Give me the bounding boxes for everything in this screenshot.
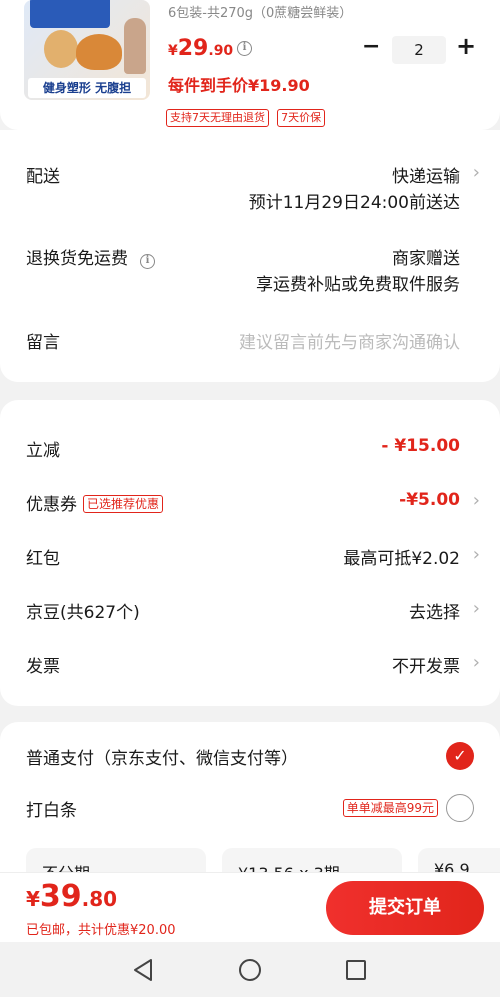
returns-value: 商家赠送 xyxy=(392,249,460,269)
quantity-stepper: − 2 + xyxy=(362,32,476,64)
product-price: ¥29.90 xyxy=(168,36,233,61)
total-price: ¥39.80 xyxy=(26,879,117,914)
coupon-label-group: 优惠券 已选推荐优惠 xyxy=(26,490,164,515)
normal-payment-label: 普通支付（京东支付、微信支付等） xyxy=(26,749,298,769)
returns-label: 退换货免运费 i xyxy=(26,244,155,269)
returns-label-text: 退换货免运费 xyxy=(26,249,128,269)
invoice-row[interactable]: 发票 不开发票 › xyxy=(26,652,480,677)
redpacket-value: 最高可抵¥2.02 xyxy=(343,549,460,569)
delivery-label: 配送 xyxy=(26,167,60,187)
invoice-value: 不开发票 xyxy=(392,657,460,677)
baitiao-tag: 单单减最高99元 xyxy=(342,799,438,817)
total-symbol: ¥ xyxy=(26,887,40,911)
instant-discount-value: - ¥15.00 xyxy=(381,436,460,456)
instant-discount-label: 立减 xyxy=(26,441,60,461)
beans-label: 京豆(共627个) xyxy=(26,603,140,623)
total-dec: .80 xyxy=(81,887,118,911)
recents-icon[interactable] xyxy=(345,959,367,981)
home-icon[interactable] xyxy=(238,958,262,982)
coupon-label: 优惠券 xyxy=(26,495,77,515)
delivery-row[interactable]: 配送 快递运输 › 预计11月29日24:00前送达 xyxy=(26,162,480,213)
note-label: 留言 xyxy=(26,333,60,353)
redpacket-row[interactable]: 红包 最高可抵¥2.02 › xyxy=(26,544,480,569)
normal-payment-row[interactable]: 普通支付（京东支付、微信支付等） ✓ xyxy=(26,742,474,770)
quantity-input[interactable]: 2 xyxy=(392,36,446,64)
returns-info-icon[interactable]: i xyxy=(140,254,155,269)
coupon-value: -¥5.00 xyxy=(399,490,460,510)
returns-row[interactable]: 退换货免运费 i 商家赠送 享运费补贴或免费取件服务 xyxy=(26,244,474,295)
back-icon[interactable] xyxy=(132,958,154,982)
redpacket-chevron-icon: › xyxy=(472,544,480,565)
baitiao-label: 打白条 xyxy=(26,801,77,821)
decrease-quantity-button[interactable]: − xyxy=(362,34,380,59)
service-tags: 支持7天无理由退货 7天价保 xyxy=(166,106,326,127)
shipping-note: 已包邮，共计优惠¥20.00 xyxy=(26,919,176,938)
model-figure xyxy=(124,18,146,74)
beans-value: 去选择 xyxy=(409,603,460,623)
price-info-icon[interactable]: i xyxy=(237,41,252,56)
invoice-label: 发票 xyxy=(26,657,60,677)
price-protection-tag: 7天价保 xyxy=(277,109,326,127)
checkout-footer: ¥39.80 已包邮，共计优惠¥20.00 提交订单 xyxy=(0,872,500,942)
coupon-row[interactable]: 优惠券 已选推荐优惠 -¥5.00 › xyxy=(26,490,480,515)
normal-payment-radio[interactable]: ✓ xyxy=(446,742,474,770)
coupon-tag: 已选推荐优惠 xyxy=(83,495,164,513)
note-row[interactable]: 留言 建议留言前先与商家沟通确认 xyxy=(26,328,474,353)
delivery-eta: 预计11月29日24:00前送达 xyxy=(248,193,460,213)
increase-quantity-button[interactable]: + xyxy=(456,32,476,60)
product-biscuit xyxy=(44,30,78,68)
baitiao-row[interactable]: 打白条 单单减最高99元 xyxy=(26,794,474,822)
discounts-card: 立减 - ¥15.00 优惠券 已选推荐优惠 -¥5.00 › 红包 最高可抵¥2… xyxy=(0,400,500,706)
instant-discount-row: 立减 - ¥15.00 xyxy=(26,436,474,461)
product-box xyxy=(30,0,110,28)
submit-order-button[interactable]: 提交订单 xyxy=(326,881,484,935)
return-policy-tag: 支持7天无理由退货 xyxy=(166,109,269,127)
product-cake xyxy=(76,34,122,70)
note-input[interactable]: 建议留言前先与商家沟通确认 xyxy=(239,328,460,353)
beans-chevron-icon: › xyxy=(472,598,480,619)
system-nav-bar xyxy=(0,942,500,997)
product-card: 健身塑形 无腹担 6包装-共270g（0蔗糖尝鲜装） ¥29.90 i − 2 … xyxy=(0,0,500,130)
redpacket-label: 红包 xyxy=(26,549,60,569)
price-dec: .90 xyxy=(208,43,234,59)
product-image[interactable]: 健身塑形 无腹担 xyxy=(24,0,150,100)
delivery-chevron-icon: › xyxy=(472,162,480,183)
baitiao-radio[interactable] xyxy=(446,794,474,822)
unit-price-label: 每件到手价¥19.90 xyxy=(168,76,310,95)
delivery-method: 快递运输 xyxy=(392,167,460,187)
coupon-chevron-icon: › xyxy=(472,490,480,511)
price-symbol: ¥ xyxy=(168,43,178,59)
beans-row[interactable]: 京豆(共627个) 去选择 › xyxy=(26,598,480,623)
invoice-chevron-icon: › xyxy=(472,652,480,673)
product-image-caption: 健身塑形 无腹担 xyxy=(28,78,146,98)
total-int: 39 xyxy=(39,879,82,914)
price-int: 29 xyxy=(177,36,209,61)
returns-detail: 享运费补贴或免费取件服务 xyxy=(256,275,460,295)
delivery-section: 配送 快递运输 › 预计11月29日24:00前送达 退换货免运费 i 商家赠送 … xyxy=(0,130,500,382)
product-subtitle: 6包装-共270g（0蔗糖尝鲜装） xyxy=(168,6,353,21)
shipping-note-text: 已包邮，共计优惠¥20.00 xyxy=(26,923,176,938)
